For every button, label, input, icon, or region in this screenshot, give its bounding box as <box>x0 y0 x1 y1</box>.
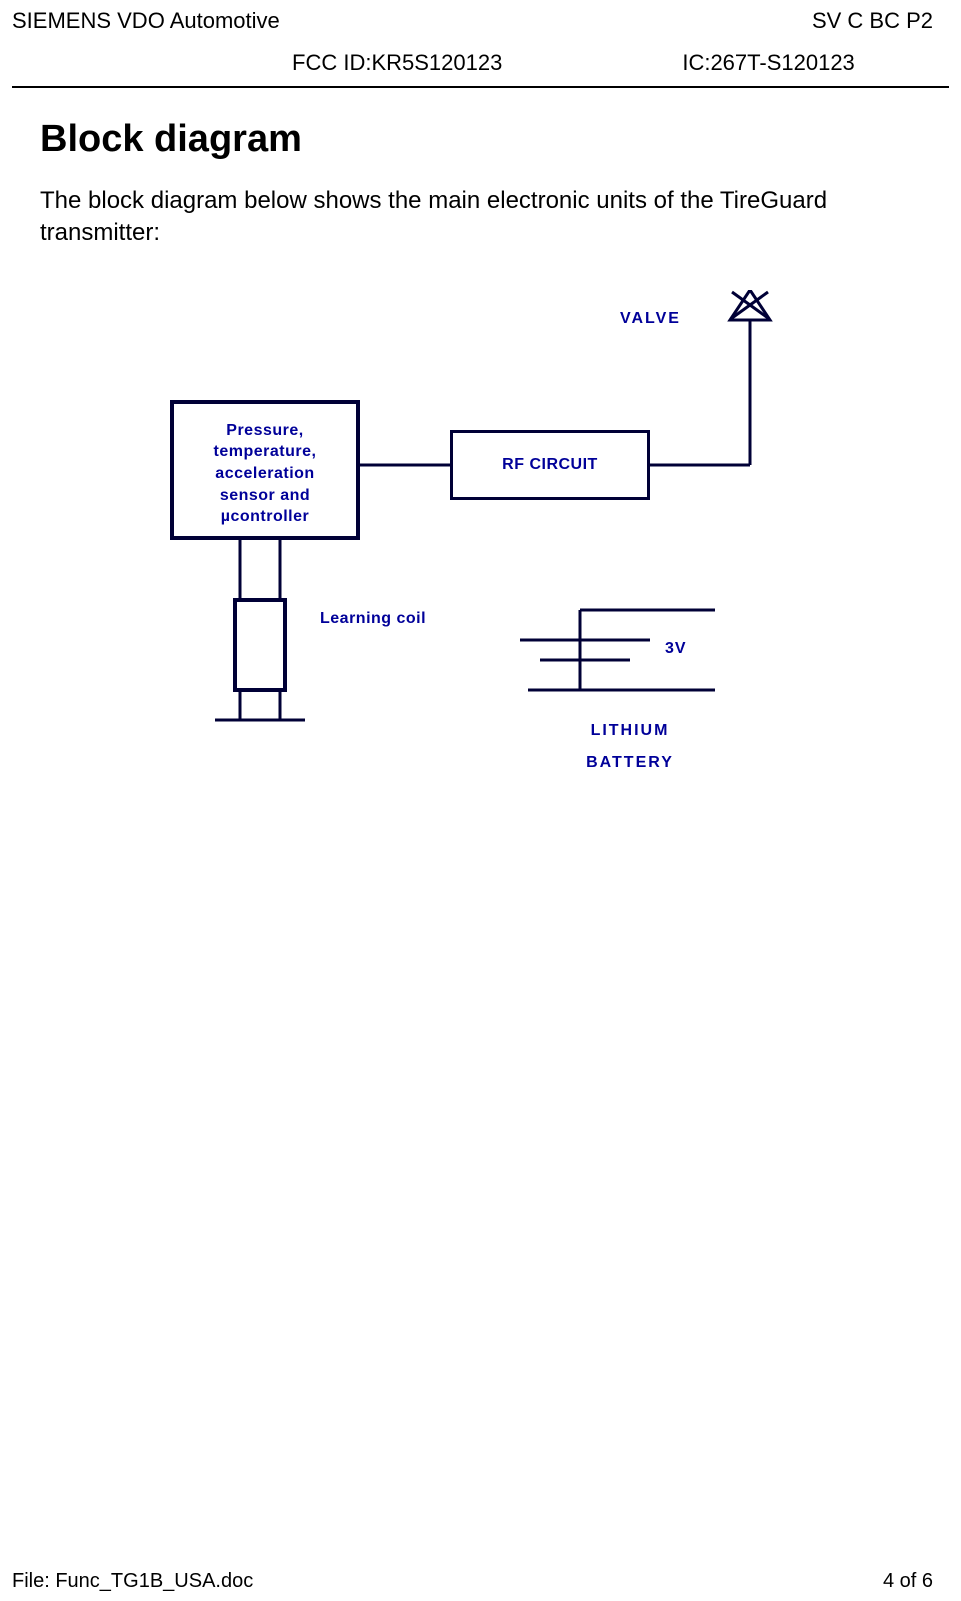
battery-name-label: LITHIUM BATTERY <box>560 715 700 779</box>
header-fcc-id: FCC ID:KR5S120123 <box>292 50 502 76</box>
page-footer: File: Func_TG1B_USA.doc 4 of 6 <box>12 1570 933 1593</box>
footer-page: 4 of 6 <box>883 1570 933 1593</box>
learning-coil-label: Learning coil <box>320 610 426 628</box>
battery-line1: LITHIUM <box>591 722 670 739</box>
rf-circuit-box: RF CIRCUIT <box>450 430 650 500</box>
content: Block diagram The block diagram below sh… <box>0 88 961 850</box>
footer-file: File: Func_TG1B_USA.doc <box>12 1570 253 1593</box>
diagram-wires-icon <box>120 290 880 850</box>
battery-line2: BATTERY <box>586 754 674 771</box>
intro-text: The block diagram below shows the main e… <box>40 185 921 250</box>
header-company: SIEMENS VDO Automotive <box>12 8 280 34</box>
block-diagram: Pressure, temperature, acceleration sens… <box>120 290 880 850</box>
header-doccode: SV C BC P2 <box>812 8 933 34</box>
page-header: SIEMENS VDO Automotive SV C BC P2 FCC ID… <box>0 0 961 86</box>
battery-voltage-label: 3V <box>665 640 687 658</box>
valve-label: VALVE <box>620 310 681 328</box>
header-ic-id: IC:267T-S120123 <box>682 50 854 76</box>
page-title: Block diagram <box>40 118 921 161</box>
sensor-box: Pressure, temperature, acceleration sens… <box>170 400 360 540</box>
sensor-box-text: Pressure, temperature, acceleration sens… <box>214 422 317 525</box>
